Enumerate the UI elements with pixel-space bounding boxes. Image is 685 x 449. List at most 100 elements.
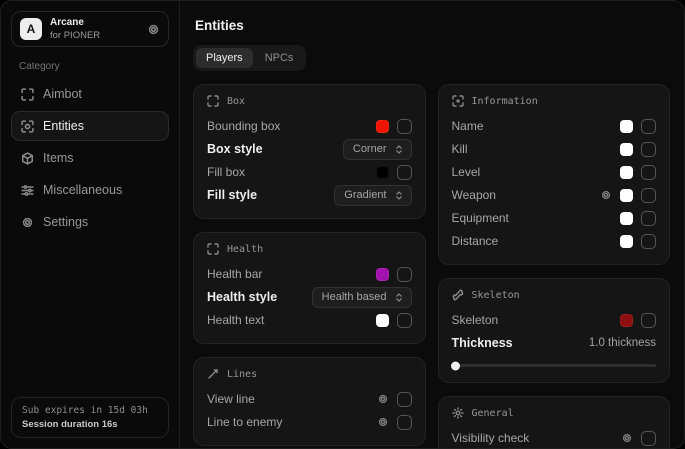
sidebar-item-label: Miscellaneous: [43, 183, 122, 197]
card-title: Information: [472, 96, 538, 107]
setting-row: Equipment: [452, 207, 657, 229]
slider-thumb[interactable]: [451, 361, 460, 370]
bone-icon: [452, 289, 464, 301]
gear-icon[interactable]: [377, 393, 389, 405]
chevron-up-down-icon: [394, 292, 404, 303]
sun-icon: [452, 407, 464, 419]
sub-expiry-text: Sub expires in 15d 03h: [22, 405, 158, 416]
color-swatch[interactable]: [620, 235, 633, 248]
page-title: Entities: [195, 18, 670, 33]
thickness-slider[interactable]: [452, 361, 657, 370]
tab-bar: Players NPCs: [193, 45, 306, 71]
chevron-up-down-icon: [394, 190, 404, 201]
tab-players[interactable]: Players: [196, 48, 253, 68]
setting-row: Line to enemy: [207, 411, 412, 433]
color-swatch[interactable]: [620, 120, 633, 133]
color-swatch[interactable]: [376, 314, 389, 327]
card-title: Skeleton: [472, 290, 520, 301]
setting-row: Fill box: [207, 161, 412, 183]
sidebar-item-settings[interactable]: Settings: [11, 207, 169, 237]
setting-row: Bounding box: [207, 115, 412, 137]
dropdown-value: Health based: [322, 291, 387, 303]
selection-box-icon: [207, 243, 219, 255]
sidebar-item-aimbot[interactable]: Aimbot: [11, 79, 169, 109]
slider-value: 1.0 thickness: [589, 337, 656, 349]
setting-row: Health style Health based: [207, 286, 412, 308]
sidebar-item-items[interactable]: Items: [11, 143, 169, 173]
cube-icon: [21, 152, 34, 165]
arcane-window: A Arcane for PIONER Category Aimbot Enti…: [0, 0, 685, 449]
sidebar-item-miscellaneous[interactable]: Miscellaneous: [11, 175, 169, 205]
color-swatch[interactable]: [620, 143, 633, 156]
checkbox[interactable]: [397, 313, 412, 328]
checkbox[interactable]: [641, 234, 656, 249]
setting-row: View line: [207, 388, 412, 410]
color-swatch[interactable]: [376, 120, 389, 133]
app-logo: A: [20, 18, 42, 40]
box-card: Box Bounding box Box style Corner: [193, 84, 426, 219]
diagonal-line-icon: [207, 368, 219, 380]
brand-card: A Arcane for PIONER: [11, 11, 169, 47]
color-swatch[interactable]: [620, 166, 633, 179]
setting-row: Health bar: [207, 263, 412, 285]
checkbox[interactable]: [397, 267, 412, 282]
sidebar-item-label: Aimbot: [43, 87, 82, 101]
dropdown-value: Gradient: [344, 189, 386, 201]
health-style-dropdown[interactable]: Health based: [312, 287, 412, 308]
sidebar-item-label: Settings: [43, 215, 88, 229]
color-swatch[interactable]: [376, 166, 389, 179]
setting-row: Fill style Gradient: [207, 184, 412, 206]
checkbox[interactable]: [641, 313, 656, 328]
checkbox[interactable]: [641, 119, 656, 134]
checkbox[interactable]: [641, 188, 656, 203]
sidebar-item-entities[interactable]: Entities: [11, 111, 169, 141]
app-subtitle: for PIONER: [50, 30, 100, 42]
setting-row: Kill: [452, 138, 657, 160]
slider-label-row: Thickness 1.0 thickness: [452, 332, 657, 354]
gear-icon[interactable]: [600, 189, 612, 201]
gear-icon[interactable]: [147, 23, 160, 36]
fill-style-dropdown[interactable]: Gradient: [334, 185, 411, 206]
main-content: Entities Players NPCs Box Bounding box: [180, 1, 684, 448]
gear-icon[interactable]: [377, 416, 389, 428]
chevron-up-down-icon: [394, 144, 404, 155]
tab-npcs[interactable]: NPCs: [255, 48, 304, 68]
checkbox[interactable]: [397, 415, 412, 430]
app-name: Arcane: [50, 17, 100, 30]
setting-row: Box style Corner: [207, 138, 412, 160]
setting-row: Weapon: [452, 184, 657, 206]
setting-row: Health text: [207, 309, 412, 331]
scan-icon: [452, 95, 464, 107]
subscription-box: Sub expires in 15d 03h Session duration …: [11, 397, 169, 438]
checkbox[interactable]: [397, 392, 412, 407]
checkbox[interactable]: [641, 431, 656, 446]
lines-card: Lines View line Line to enemy: [193, 357, 426, 446]
session-duration-text: Session duration 16s: [22, 419, 158, 430]
setting-row: Visibility check: [452, 427, 657, 449]
sliders-icon: [21, 184, 34, 197]
health-card: Health Health bar Health style Health ba…: [193, 232, 426, 344]
checkbox[interactable]: [397, 165, 412, 180]
setting-row: Skeleton: [452, 309, 657, 331]
color-swatch[interactable]: [620, 189, 633, 202]
card-title: Lines: [227, 369, 257, 380]
color-swatch[interactable]: [620, 212, 633, 225]
entities-icon: [21, 120, 34, 133]
sidebar-item-label: Entities: [43, 119, 84, 133]
card-title: Box: [227, 96, 245, 107]
color-swatch[interactable]: [376, 268, 389, 281]
checkbox[interactable]: [641, 165, 656, 180]
crosshair-icon: [21, 88, 34, 101]
checkbox[interactable]: [641, 142, 656, 157]
checkbox[interactable]: [641, 211, 656, 226]
setting-row: Name: [452, 115, 657, 137]
checkbox[interactable]: [397, 119, 412, 134]
selection-box-icon: [207, 95, 219, 107]
box-style-dropdown[interactable]: Corner: [343, 139, 412, 160]
gear-icon: [21, 216, 34, 229]
sidebar: A Arcane for PIONER Category Aimbot Enti…: [1, 1, 180, 448]
gear-icon[interactable]: [621, 432, 633, 444]
setting-row: Level: [452, 161, 657, 183]
color-swatch[interactable]: [620, 314, 633, 327]
dropdown-value: Corner: [353, 143, 387, 155]
